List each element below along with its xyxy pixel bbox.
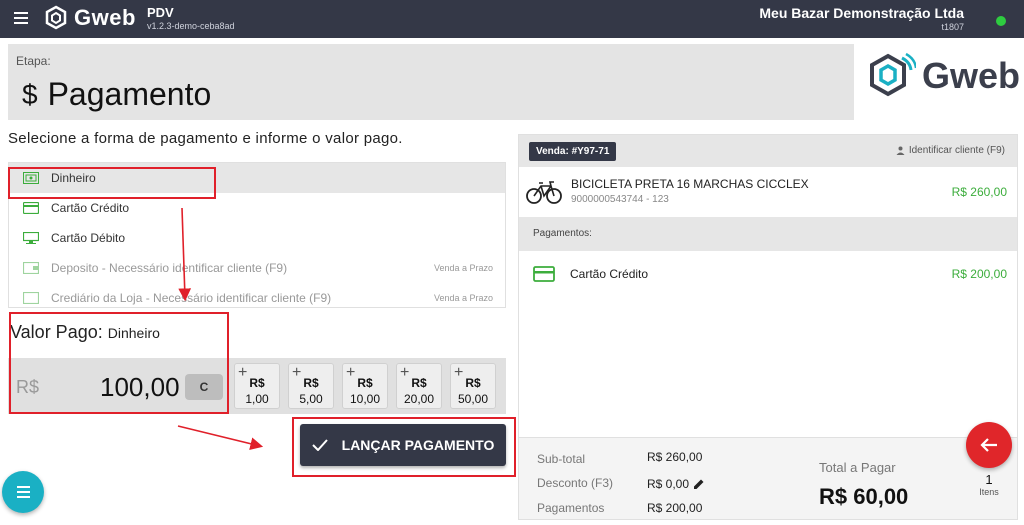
payment-row-value: R$ 200,00 — [951, 267, 1007, 281]
store-info: Meu Bazar Demonstração Ltda t1807 — [759, 5, 964, 32]
sale-header: Venda: #Y97-71 Identificar cliente (F9) — [519, 135, 1017, 167]
debit-card-icon — [23, 232, 39, 244]
instruction-text: Selecione a forma de pagamento e informe… — [8, 130, 403, 147]
quick-amount-currency: R$ — [249, 376, 265, 390]
subtotal-label: Sub-total — [537, 452, 586, 466]
product-row[interactable]: BICICLETA PRETA 16 MARCHAS CICCLEX 90000… — [519, 171, 1017, 215]
items-count-label: Itens — [979, 487, 999, 497]
check-icon — [311, 439, 328, 451]
stage-title-text: Pagamento — [47, 76, 212, 112]
payment-method-label: Crediário da Loja - Necessário identific… — [51, 291, 332, 305]
quick-amount-button[interactable]: + R$ 10,00 — [342, 363, 388, 409]
product-price: R$ 260,00 — [951, 185, 1007, 199]
highlight-box-amount — [9, 312, 229, 414]
app-name: PDV — [147, 5, 174, 20]
total-value: R$ 60,00 — [819, 484, 909, 509]
payment-method-label: Cartão Crédito — [51, 201, 130, 215]
quick-amount-currency: R$ — [411, 376, 427, 390]
page-title: $ Pagamento — [22, 76, 211, 113]
items-count: 1 Itens — [971, 472, 1007, 497]
quick-amount-currency: R$ — [357, 376, 373, 390]
stage-label: Etapa: — [16, 54, 51, 68]
top-bar: Gweb PDV v1.2.3-demo-ceba8ad Meu Bazar D… — [0, 0, 1024, 38]
quick-amount-currency: R$ — [303, 376, 319, 390]
brand-logo-text: Gweb — [922, 55, 1021, 96]
quick-amount-currency: R$ — [465, 376, 481, 390]
payment-method-item[interactable]: Cartão Débito — [9, 223, 505, 253]
quick-amount-button[interactable]: + R$ 1,00 — [234, 363, 280, 409]
sale-summary: Sub-total R$ 260,00 Desconto (F3) R$ 0,0… — [519, 437, 1017, 519]
back-fab-button[interactable] — [966, 422, 1012, 468]
sale-badge: Venda: #Y97-71 — [529, 142, 617, 161]
app-logo: Gweb — [42, 4, 136, 32]
payment-method-note: Venda a Prazo — [433, 293, 493, 303]
quick-amount-value: 5,00 — [299, 392, 323, 406]
identify-customer-button[interactable]: Identificar cliente (F9) — [896, 145, 1005, 156]
discount-label: Desconto (F3) — [537, 476, 614, 490]
credit-card-icon — [533, 266, 555, 282]
deposit-icon — [23, 262, 39, 274]
menu-icon-line — [17, 496, 30, 498]
menu-fab-button[interactable] — [2, 471, 44, 513]
quick-amount-value: 10,00 — [349, 392, 381, 406]
gweb-logo-icon — [870, 52, 916, 97]
identify-customer-label: Identificar cliente (F9) — [908, 145, 1005, 156]
quick-amount-value: 50,00 — [457, 392, 489, 406]
payment-method-label: Deposito - Necessário identificar client… — [51, 261, 288, 275]
launch-payment-button[interactable]: LANÇAR PAGAMENTO — [300, 424, 506, 466]
quick-amount-button[interactable]: + R$ 5,00 — [288, 363, 334, 409]
launch-payment-label: LANÇAR PAGAMENTO — [341, 437, 495, 453]
payment-method-label: Cartão Débito — [51, 231, 126, 245]
gweb-logo-icon — [45, 5, 67, 30]
quick-amount-button[interactable]: + R$ 20,00 — [396, 363, 442, 409]
logo-text: Gweb — [74, 5, 136, 30]
credit-card-icon — [23, 202, 39, 214]
user-icon — [896, 146, 905, 155]
highlight-box-method — [8, 167, 216, 199]
sale-panel: Venda: #Y97-71 Identificar cliente (F9) … — [518, 134, 1018, 520]
brand-logo: Gweb — [864, 50, 1020, 102]
menu-icon-line — [17, 486, 30, 488]
menu-icon-line — [17, 491, 30, 493]
quick-amount-value: 1,00 — [245, 392, 269, 406]
bicycle-image — [526, 181, 562, 204]
hamburger-menu-icon[interactable] — [14, 12, 28, 24]
dollar-icon: $ — [22, 78, 38, 110]
discount-value: R$ 0,00 — [647, 477, 690, 491]
total-label: Total a Pagar — [819, 460, 896, 475]
app-info: PDV v1.2.3-demo-ceba8ad — [147, 5, 235, 31]
edit-pencil-icon[interactable] — [693, 478, 705, 490]
payments-label: Pagamentos — [537, 501, 605, 515]
arrow-left-icon — [980, 438, 997, 452]
quick-amount-value: 20,00 — [403, 392, 435, 406]
payments-value: R$ 200,00 — [647, 501, 703, 515]
payment-method-item[interactable]: Deposito - Necessário identificar client… — [9, 253, 505, 283]
payment-row[interactable]: Cartão Crédito R$ 200,00 — [519, 259, 1017, 289]
store-credit-icon — [23, 292, 39, 304]
store-id: t1807 — [941, 22, 964, 32]
payment-method-item[interactable]: Crediário da Loja - Necessário identific… — [9, 283, 505, 307]
payments-header: Pagamentos: — [519, 217, 1017, 251]
payment-method-note: Venda a Prazo — [433, 263, 493, 273]
items-count-number: 1 — [985, 472, 993, 487]
product-name: BICICLETA PRETA 16 MARCHAS CICCLEX — [571, 177, 809, 191]
app-version: v1.2.3-demo-ceba8ad — [147, 21, 235, 31]
online-status-indicator — [996, 16, 1006, 26]
payment-row-label: Cartão Crédito — [570, 267, 649, 281]
product-sku: 9000000543744 - 123 — [571, 194, 669, 205]
store-name: Meu Bazar Demonstração Ltda — [759, 5, 964, 21]
arrow-right — [177, 425, 264, 450]
payments-header-label: Pagamentos: — [533, 228, 592, 239]
subtotal-value: R$ 260,00 — [647, 450, 703, 464]
discount-value-group: R$ 0,00 — [647, 477, 705, 491]
stage-header: Etapa: $ Pagamento — [8, 44, 854, 120]
quick-amount-button[interactable]: + R$ 50,00 — [450, 363, 496, 409]
